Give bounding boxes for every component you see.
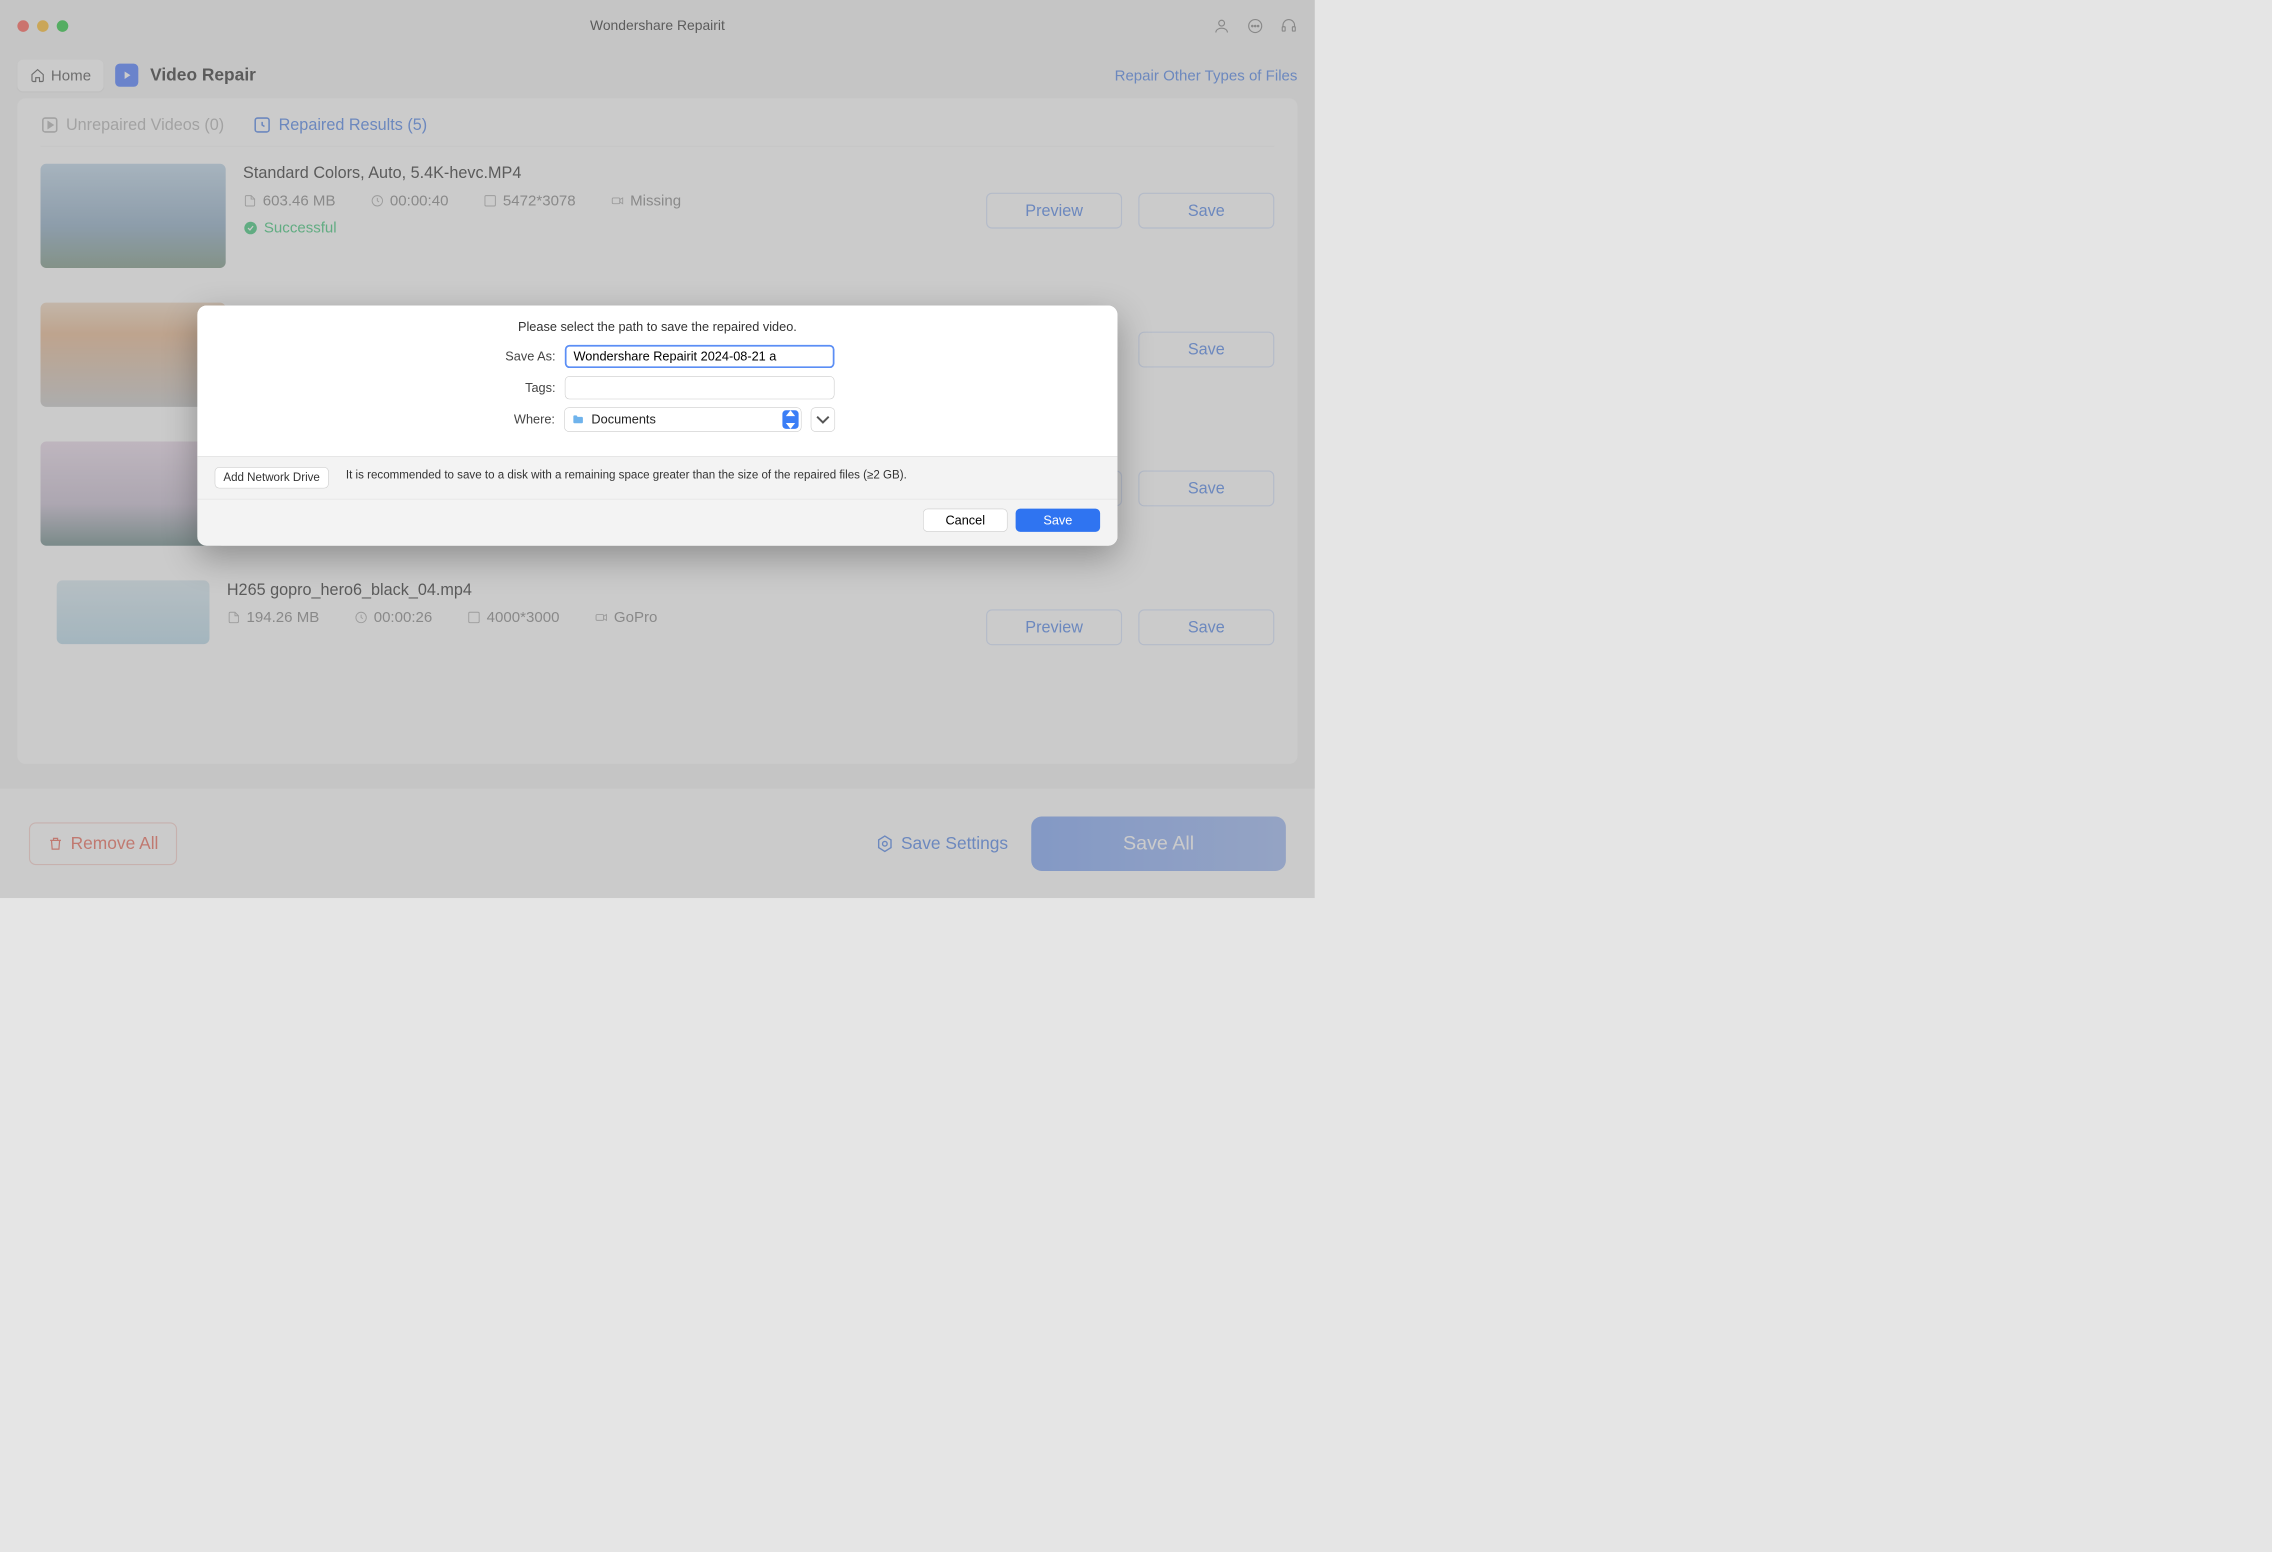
save-as-label: Save As: [480,349,555,364]
dialog-title: Please select the path to save the repai… [215,319,1100,334]
disk-note: It is recommended to save to a disk with… [346,467,907,483]
add-network-drive-button[interactable]: Add Network Drive [215,467,329,488]
cancel-button[interactable]: Cancel [923,509,1007,532]
save-as-input[interactable] [565,345,835,368]
select-arrows-icon [782,410,798,429]
expand-button[interactable] [811,407,835,431]
tags-input[interactable] [565,376,835,399]
where-label: Where: [480,412,555,427]
modal-overlay: Please select the path to save the repai… [0,0,1315,898]
dialog-save-button[interactable]: Save [1016,509,1100,532]
tags-label: Tags: [480,380,555,395]
save-dialog: Please select the path to save the repai… [197,306,1117,546]
where-value: Documents [591,412,655,427]
folder-icon [571,413,586,426]
where-select[interactable]: Documents [564,407,801,431]
